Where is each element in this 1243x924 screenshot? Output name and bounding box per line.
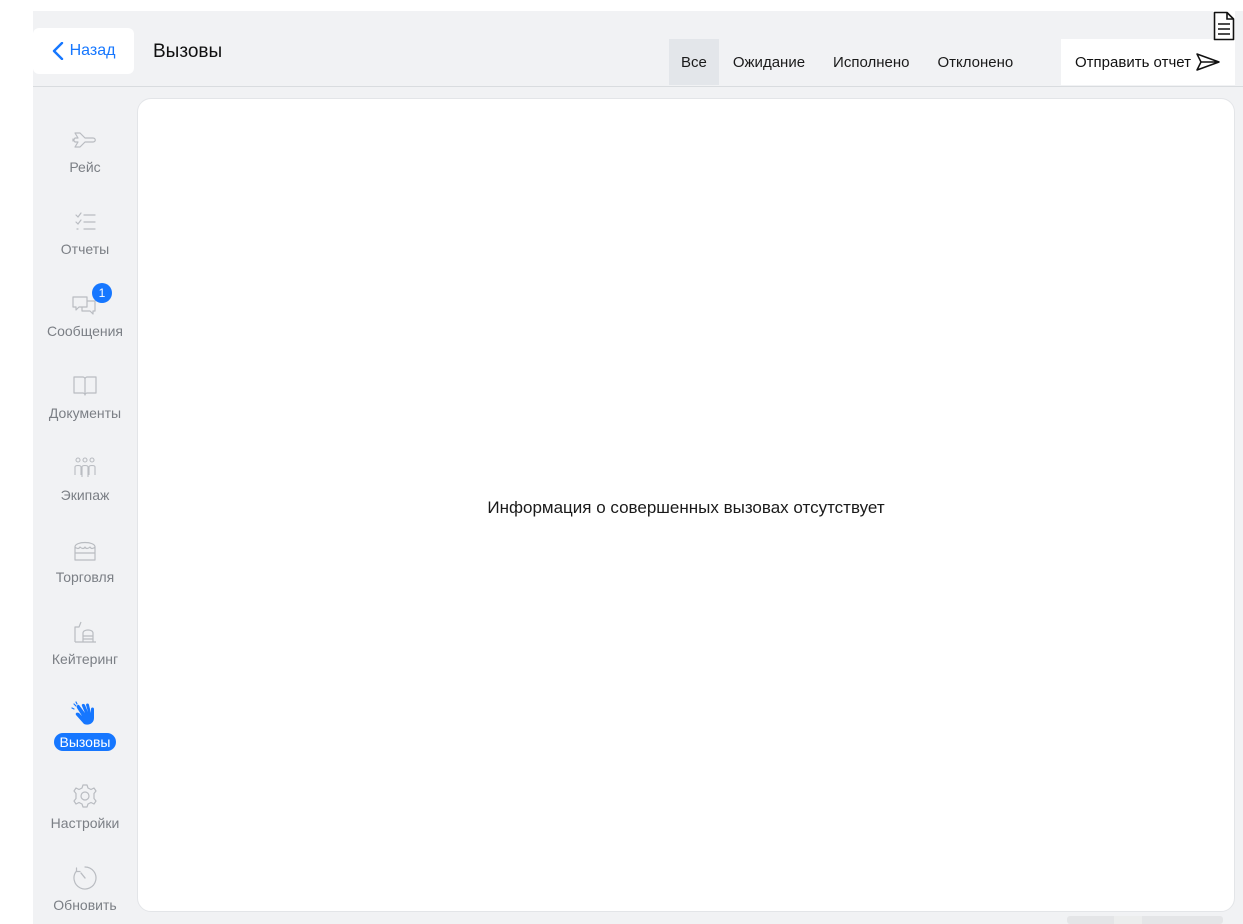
sidebar-item-label: Отчеты [60,241,110,257]
gear-icon [68,781,102,811]
sidebar-item-label: Вызовы [53,733,117,751]
book-icon [68,371,102,401]
sidebar-item-label: Экипаж [60,487,110,503]
back-button-label: Назад [69,42,116,59]
paper-plane-icon [1196,53,1220,71]
sidebar-item-label: Обновить [53,897,117,913]
sidebar-item-label: Настройки [50,815,120,831]
sidebar-item-trade[interactable]: Торговля [33,535,137,585]
sidebar-item-documents[interactable]: Документы [33,371,137,421]
blurred-footer [1067,916,1223,924]
calls-panel: Информация о совершенных вызовах отсутст… [137,98,1235,912]
tab-waiting[interactable]: Ожидание [719,39,819,85]
catering-icon [68,617,102,647]
sidebar-item-reports[interactable]: Отчеты [33,207,137,257]
sidebar-item-catering[interactable]: Кейтеринг [33,617,137,667]
waving-hand-icon [68,699,102,729]
refresh-timer-icon [68,863,102,893]
sidebar-item-settings[interactable]: Настройки [33,781,137,831]
sidebar-item-messages[interactable]: 1 Сообщения [33,283,137,339]
chevron-left-icon [52,42,63,60]
tab-all[interactable]: Все [669,39,719,85]
back-button[interactable]: Назад [33,28,134,74]
sidebar-item-flight[interactable]: Рейс [33,125,137,175]
checklist-icon [68,207,102,237]
filter-tabs: Все Ожидание Исполнено Отклонено [669,39,1027,85]
sidebar-item-calls[interactable]: Вызовы [33,699,137,751]
header-divider [33,86,1243,87]
document-icon[interactable] [1213,11,1235,41]
chat-icon: 1 [68,283,112,319]
sidebar-item-label: Сообщения [47,323,123,339]
plane-icon [68,125,102,155]
tab-rejected[interactable]: Отклонено [923,39,1027,85]
page-title: Вызовы [153,41,223,62]
tab-done[interactable]: Исполнено [819,39,923,85]
sidebar-item-label: Документы [48,405,122,421]
store-icon [68,535,102,565]
empty-state-message: Информация о совершенных вызовах отсутст… [487,498,885,517]
sidebar-item-label: Торговля [55,569,115,585]
send-report-button[interactable]: Отправить отчет [1061,39,1235,85]
send-report-label: Отправить отчет [1075,53,1191,71]
app-frame: Назад Вызовы Все Ожидание Исполнено Откл… [33,11,1243,924]
crew-icon [68,453,102,483]
sidebar-item-refresh[interactable]: Обновить [33,863,137,913]
sidebar-item-label: Рейс [69,159,101,175]
sidebar-item-label: Кейтеринг [51,651,119,667]
sidebar-item-crew[interactable]: Экипаж [33,453,137,503]
unread-badge: 1 [92,283,112,303]
